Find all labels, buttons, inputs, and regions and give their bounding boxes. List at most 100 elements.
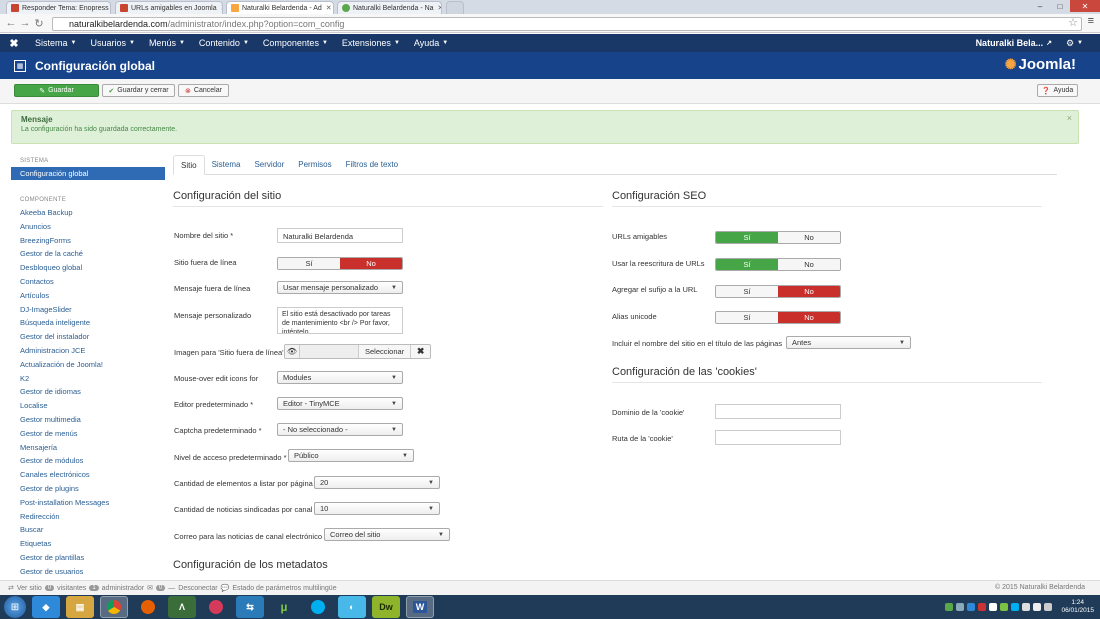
feed-limit-select[interactable]: 10 ▼: [314, 502, 440, 515]
tray-icon[interactable]: [1022, 603, 1031, 611]
tray-icon[interactable]: [1011, 603, 1020, 611]
offline-message-select[interactable]: Usar mensaje personalizado ▼: [277, 281, 403, 294]
sidebar-item[interactable]: Búsqueda inteligente: [11, 316, 165, 330]
sidebar-item[interactable]: Akeeba Backup: [11, 206, 165, 220]
sidebar-item-global-config[interactable]: Configuración global: [11, 167, 165, 180]
close-icon[interactable]: ✕: [434, 4, 441, 12]
sidebar-item[interactable]: Actualización de Joomla!: [11, 358, 165, 372]
custom-message-textarea[interactable]: El sitio está desactivado por tareas de …: [277, 307, 403, 334]
unicode-yes-option[interactable]: Sí: [716, 312, 778, 323]
maximize-icon[interactable]: □: [1050, 0, 1070, 12]
sidebar-item[interactable]: Gestor de la caché: [11, 247, 165, 261]
menu-ayuda[interactable]: Ayuda ▼: [407, 38, 455, 48]
menu-menus[interactable]: Menús ▼: [142, 38, 192, 48]
site-name-input[interactable]: Naturalki Belardenda: [277, 228, 403, 243]
sidebar-item[interactable]: DJ-ImageSlider: [11, 303, 165, 317]
utorrent-icon[interactable]: µ: [270, 596, 298, 618]
tray-icon[interactable]: [945, 603, 954, 611]
close-icon[interactable]: ✕: [322, 4, 332, 12]
unicode-toggle[interactable]: Sí No: [715, 311, 841, 324]
sidebar-item[interactable]: Gestor de idiomas: [11, 385, 165, 399]
menu-contenido[interactable]: Contenido ▼: [192, 38, 256, 48]
save-close-button[interactable]: ✔ Guardar y cerrar: [102, 84, 175, 97]
mouseover-select[interactable]: Modules ▼: [277, 371, 403, 384]
close-window-icon[interactable]: ✕: [1070, 0, 1100, 12]
suffix-no-option[interactable]: No: [778, 286, 840, 297]
firefox-icon[interactable]: [134, 596, 162, 618]
sidebar-item[interactable]: BreezingForms: [11, 234, 165, 248]
menu-usuarios[interactable]: Usuarios ▼: [83, 38, 141, 48]
dreamweaver-icon[interactable]: Dw: [372, 596, 400, 618]
menu-extensiones[interactable]: Extensiones ▼: [335, 38, 407, 48]
menu-sistema[interactable]: Sistema ▼: [28, 38, 83, 48]
suffix-yes-option[interactable]: Sí: [716, 286, 778, 297]
rewrite-no-option[interactable]: No: [778, 259, 840, 270]
sidebar-item[interactable]: Mensajería: [11, 441, 165, 455]
offline-toggle[interactable]: Sí No: [277, 257, 403, 270]
user-menu[interactable]: ⚙ ▼: [1059, 38, 1090, 49]
close-icon[interactable]: ✕: [217, 4, 222, 12]
sidebar-item[interactable]: Desbloqueo global: [11, 261, 165, 275]
clock[interactable]: 1:24 06/01/2015: [1061, 599, 1094, 615]
volume-icon[interactable]: [1044, 603, 1053, 611]
close-icon[interactable]: ✕: [109, 4, 110, 12]
list-limit-select[interactable]: 20 ▼: [314, 476, 440, 489]
browser-tab[interactable]: URLs amigables en Joomla ✕: [115, 1, 223, 14]
app-icon[interactable]: ◐: [338, 596, 366, 618]
multilang-status-link[interactable]: Estado de parámetros multilingüe: [232, 585, 336, 592]
sidebar-item[interactable]: Gestor de plantillas: [11, 551, 165, 565]
sidebar-item[interactable]: Gestor de plugins: [11, 482, 165, 496]
cancel-button[interactable]: ⊗ Cancelar: [178, 84, 229, 97]
sidebar-item[interactable]: Gestor de módulos: [11, 454, 165, 468]
tab-sistema[interactable]: Sistema: [205, 155, 248, 175]
sidebar-item[interactable]: Artículos: [11, 289, 165, 303]
sidebar-item[interactable]: Gestor del instalador: [11, 330, 165, 344]
offline-yes-option[interactable]: Sí: [278, 258, 340, 269]
tray-icon[interactable]: [956, 603, 965, 611]
captcha-select[interactable]: - No seleccionado - ▼: [277, 423, 403, 436]
sidebar-item[interactable]: Localise: [11, 399, 165, 413]
sef-no-option[interactable]: No: [778, 232, 840, 243]
eye-icon[interactable]: 👁: [285, 345, 300, 358]
cookie-path-input[interactable]: [715, 430, 841, 445]
help-button[interactable]: ❓ Ayuda: [1037, 84, 1078, 97]
select-image-button[interactable]: Seleccionar: [358, 345, 411, 358]
browser-menu-icon[interactable]: ≡: [1088, 15, 1094, 27]
sidebar-item[interactable]: Gestor multimedia: [11, 413, 165, 427]
tab-filtros[interactable]: Filtros de texto: [339, 155, 405, 175]
skype-icon[interactable]: [304, 596, 332, 618]
save-button[interactable]: ✎ Guardar: [14, 84, 99, 97]
offline-no-option[interactable]: No: [340, 258, 402, 269]
itunes-icon[interactable]: [202, 596, 230, 618]
tray-icon[interactable]: [989, 603, 998, 611]
tray-icon[interactable]: [1000, 603, 1009, 611]
sidebar-item[interactable]: Canales electrónicos: [11, 468, 165, 482]
sidebar-item[interactable]: Redirección: [11, 510, 165, 524]
menu-componentes[interactable]: Componentes ▼: [256, 38, 335, 48]
app-icon[interactable]: Λ: [168, 596, 196, 618]
sidebar-item[interactable]: Contactos: [11, 275, 165, 289]
tab-servidor[interactable]: Servidor: [247, 155, 291, 175]
network-app-icon[interactable]: ⇆: [236, 596, 264, 618]
rewrite-yes-option[interactable]: Sí: [716, 259, 778, 270]
sidebar-item[interactable]: Administracion JCE: [11, 344, 165, 358]
tab-permisos[interactable]: Permisos: [291, 155, 338, 175]
forward-arrow-icon[interactable]: →: [18, 17, 32, 29]
network-icon[interactable]: [1033, 603, 1042, 611]
dropbox-icon[interactable]: ◆: [32, 596, 60, 618]
back-arrow-icon[interactable]: ←: [4, 17, 18, 29]
file-explorer-icon[interactable]: ▤: [66, 596, 94, 618]
browser-tab[interactable]: Responder Tema: Enopress ✕: [6, 1, 111, 14]
view-site-link[interactable]: Ver sitio: [17, 585, 42, 592]
close-icon[interactable]: ×: [1067, 113, 1072, 123]
sidebar-item[interactable]: Buscar: [11, 523, 165, 537]
sitename-pagetitle-select[interactable]: Antes ▼: [786, 336, 911, 349]
access-level-select[interactable]: Público ▼: [288, 449, 414, 462]
clear-icon[interactable]: ✖: [410, 345, 431, 358]
tab-sitio[interactable]: Sitio: [173, 155, 205, 175]
chrome-icon[interactable]: [100, 596, 128, 618]
browser-tab[interactable]: Naturalki Belardenda - Na ✕: [337, 1, 442, 14]
tray-icon[interactable]: [978, 603, 987, 611]
sef-toggle[interactable]: Sí No: [715, 231, 841, 244]
unicode-no-option[interactable]: No: [778, 312, 840, 323]
